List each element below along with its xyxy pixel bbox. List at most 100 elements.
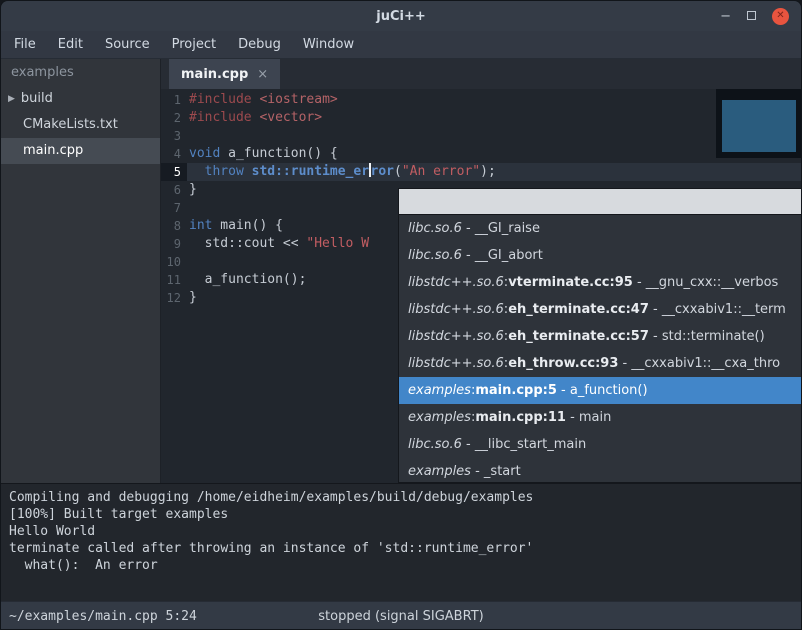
terminal-line: Hello World [9, 523, 793, 540]
window-title: juCi++ [111, 9, 691, 24]
status-bar: stopped (signal SIGABRT) ~/examples/main… [1, 601, 801, 630]
titlebar[interactable]: juCi++ − ✕ [1, 1, 801, 31]
sidebar-item-main-cpp[interactable]: main.cpp [1, 138, 160, 164]
code-editor[interactable]: 1#include <iostream>2#include <vector>34… [161, 89, 801, 483]
sidebar-item-label: CMakeLists.txt [23, 112, 118, 138]
terminal-line: [100%] Built target examples [9, 506, 793, 523]
sidebar-item-build[interactable]: ▶build [1, 86, 160, 112]
backtrace-segment: examples [408, 464, 471, 479]
code-token: <vector> [259, 110, 322, 125]
backtrace-segment: main.cpp:11 [475, 410, 566, 425]
sidebar-item-label: build [21, 86, 53, 112]
file-tree: ▶buildCMakeLists.txtmain.cpp [1, 86, 160, 164]
line-number: 3 [161, 127, 187, 145]
line-number: 4 [161, 145, 187, 163]
app-window: juCi++ − ✕ FileEditSourceProjectDebugWin… [0, 0, 802, 630]
backtrace-segment: - main [566, 410, 611, 425]
code-token: "An error" [402, 164, 480, 179]
terminal-line: terminate called after throwing an insta… [9, 540, 793, 557]
backtrace-filter-input[interactable] [399, 189, 801, 215]
backtrace-segment: - __cxxabiv1::__term [649, 302, 786, 317]
backtrace-list: libc.so.6 - __GI_raiselibc.so.6 - __GI_a… [399, 215, 801, 483]
terminal-line: Compiling and debugging /home/eidheim/ex… [9, 489, 793, 506]
code-token: ( [394, 164, 402, 179]
code-line-1[interactable]: 1#include <iostream> [161, 91, 801, 109]
backtrace-segment: - __libc_start_main [462, 437, 586, 452]
backtrace-row-0[interactable]: libc.so.6 - __GI_raise [399, 215, 801, 242]
main-area: examples ▶buildCMakeLists.txtmain.cpp ma… [1, 59, 801, 483]
code-token: } [189, 290, 197, 305]
editor-zone: main.cpp × 1#include <iostream>2#include… [161, 59, 801, 483]
menu-item-debug[interactable]: Debug [227, 31, 292, 59]
code-token: std::cout << [189, 236, 306, 251]
backtrace-row-9[interactable]: examples - _start [399, 458, 801, 483]
tab-main-cpp[interactable]: main.cpp × [169, 59, 280, 89]
backtrace-segment: examples [408, 383, 471, 398]
menu-item-edit[interactable]: Edit [47, 31, 94, 59]
backtrace-row-7[interactable]: examples:main.cpp:11 - main [399, 404, 801, 431]
output-terminal[interactable]: Compiling and debugging /home/eidheim/ex… [1, 483, 801, 601]
backtrace-segment: libc.so.6 [408, 221, 462, 236]
code-text [187, 127, 189, 145]
backtrace-popup: libc.so.6 - __GI_raiselibc.so.6 - __GI_a… [398, 188, 801, 483]
restore-button[interactable] [747, 10, 756, 23]
minimize-button[interactable]: − [720, 10, 731, 23]
close-button[interactable]: ✕ [772, 8, 789, 25]
tooltip-box [716, 89, 801, 158]
code-text: } [187, 181, 197, 199]
code-text: #include <vector> [187, 109, 322, 127]
backtrace-row-8[interactable]: libc.so.6 - __libc_start_main [399, 431, 801, 458]
code-text: void a_function() { [187, 145, 338, 163]
tab-bar: main.cpp × [161, 59, 801, 89]
backtrace-segment: libc.so.6 [408, 437, 462, 452]
sidebar-item-label: main.cpp [23, 138, 83, 164]
tab-close-icon[interactable]: × [257, 67, 268, 82]
line-number: 7 [161, 199, 187, 217]
code-token: } [189, 182, 197, 197]
backtrace-row-5[interactable]: libstdc++.so.6:eh_throw.cc:93 - __cxxabi… [399, 350, 801, 377]
backtrace-row-4[interactable]: libstdc++.so.6:eh_terminate.cc:57 - std:… [399, 323, 801, 350]
backtrace-segment: eh_terminate.cc:57 [508, 329, 649, 344]
window-controls: − ✕ [691, 8, 801, 25]
line-number: 9 [161, 235, 187, 253]
line-number: 5 [161, 163, 187, 181]
code-token [189, 164, 205, 179]
code-line-4[interactable]: 4void a_function() { [161, 145, 801, 163]
code-line-2[interactable]: 2#include <vector> [161, 109, 801, 127]
backtrace-segment: eh_throw.cc:93 [508, 356, 618, 371]
code-token: ); [480, 164, 496, 179]
file-tree-panel: examples ▶buildCMakeLists.txtmain.cpp [1, 59, 161, 483]
code-line-3[interactable]: 3 [161, 127, 801, 145]
backtrace-row-1[interactable]: libc.so.6 - __GI_abort [399, 242, 801, 269]
code-text: throw std::runtime_error("An error"); [187, 163, 496, 181]
code-text: } [187, 289, 197, 307]
line-number: 11 [161, 271, 187, 289]
code-text: std::cout << "Hello W [187, 235, 369, 253]
expander-icon[interactable]: ▶ [8, 86, 15, 112]
backtrace-segment: - __GI_raise [462, 221, 540, 236]
code-token: a_function(); [189, 272, 306, 287]
backtrace-row-3[interactable]: libstdc++.so.6:eh_terminate.cc:47 - __cx… [399, 296, 801, 323]
backtrace-segment: examples [408, 410, 471, 425]
backtrace-row-2[interactable]: libstdc++.so.6:vterminate.cc:95 - __gnu_… [399, 269, 801, 296]
code-token: a_function() { [220, 146, 337, 161]
terminal-line: what(): An error [9, 557, 793, 574]
restore-icon [747, 11, 756, 20]
code-token: throw [205, 164, 244, 179]
line-number: 2 [161, 109, 187, 127]
backtrace-segment: main.cpp:5 [475, 383, 557, 398]
line-number: 10 [161, 253, 187, 271]
code-token: int [189, 218, 212, 233]
sidebar-item-cmakelists-txt[interactable]: CMakeLists.txt [1, 112, 160, 138]
backtrace-segment: eh_terminate.cc:47 [508, 302, 649, 317]
code-line-5[interactable]: 5 throw std::runtime_error("An error"); [161, 163, 801, 181]
menu-item-window[interactable]: Window [292, 31, 365, 59]
backtrace-segment: libstdc++.so.6 [408, 302, 504, 317]
project-folder-label: examples [1, 59, 160, 86]
menu-item-source[interactable]: Source [94, 31, 161, 59]
backtrace-row-6[interactable]: examples:main.cpp:5 - a_function() [399, 377, 801, 404]
line-number: 8 [161, 217, 187, 235]
menu-item-project[interactable]: Project [161, 31, 227, 59]
status-file-position: ~/examples/main.cpp 5:24 [1, 609, 197, 624]
menu-item-file[interactable]: File [3, 31, 47, 59]
